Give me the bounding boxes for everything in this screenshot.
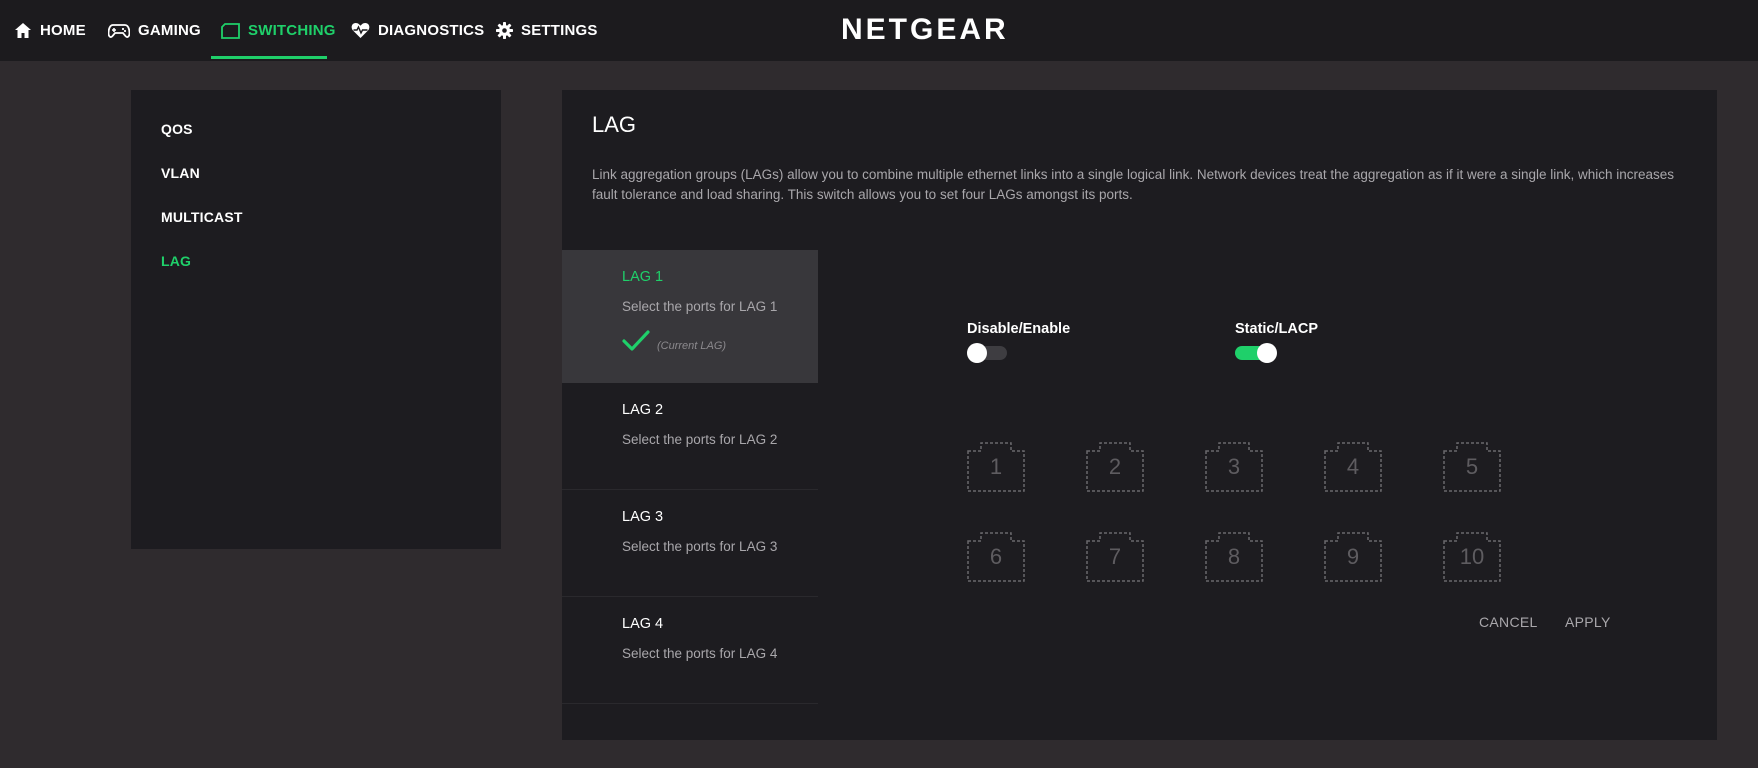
lag-subtitle: Select the ports for LAG 3: [622, 539, 778, 554]
home-icon: [14, 22, 32, 39]
port-number: 2: [1108, 454, 1122, 479]
mode-toggle-label: Static/LACP: [1235, 321, 1318, 337]
enable-toggle-label: Disable/Enable: [967, 321, 1071, 337]
lag-item-4[interactable]: LAG 4 Select the ports for LAG 4: [562, 597, 818, 704]
nav-diagnostics[interactable]: DIAGNOSTICS: [351, 0, 484, 61]
gear-icon: [496, 22, 513, 39]
port-1[interactable]: 1: [967, 442, 1025, 492]
lag-name: LAG 1: [622, 269, 664, 285]
active-tab-indicator: [211, 56, 327, 59]
lag-subtitle: Select the ports for LAG 1: [622, 299, 778, 314]
mode-toggle[interactable]: [1235, 343, 1277, 363]
lag-name: LAG 4: [622, 616, 664, 632]
nav-gaming[interactable]: GAMING: [108, 0, 201, 61]
nav-home[interactable]: HOME: [14, 0, 86, 61]
nav-settings[interactable]: SETTINGS: [496, 0, 598, 61]
port-9[interactable]: 9: [1324, 532, 1382, 582]
nav-home-label: HOME: [40, 22, 86, 39]
apply-button[interactable]: APPLY: [1565, 614, 1611, 630]
lag-subtitle: Select the ports for LAG 2: [622, 432, 778, 447]
port-6[interactable]: 6: [967, 532, 1025, 582]
port-5[interactable]: 5: [1443, 442, 1501, 492]
sidebar-item-qos[interactable]: QOS: [161, 121, 193, 137]
switch-icon: [221, 22, 240, 39]
toggle-knob: [1257, 343, 1277, 363]
netgear-logo: NETGEAR: [841, 13, 1009, 46]
enable-toggle[interactable]: [967, 343, 1007, 363]
port-number: 6: [989, 544, 1003, 569]
nav-diagnostics-label: DIAGNOSTICS: [378, 22, 485, 39]
port-3[interactable]: 3: [1205, 442, 1263, 492]
heart-pulse-icon: [351, 22, 370, 39]
lag-item-1[interactable]: LAG 1 Select the ports for LAG 1 (Curren…: [562, 250, 818, 383]
cancel-button[interactable]: CANCEL: [1479, 614, 1538, 630]
port-number: 10: [1459, 544, 1485, 569]
lag-name: LAG 3: [622, 509, 664, 525]
port-number: 8: [1227, 544, 1241, 569]
current-lag-label: (Current LAG): [657, 340, 727, 352]
port-number: 3: [1227, 454, 1241, 479]
port-4[interactable]: 4: [1324, 442, 1382, 492]
sidebar-item-vlan[interactable]: VLAN: [161, 165, 200, 181]
page-title: LAG: [592, 112, 637, 137]
port-7[interactable]: 7: [1086, 532, 1144, 582]
port-number: 4: [1346, 454, 1360, 479]
gamepad-icon: [108, 23, 130, 39]
nav-gaming-label: GAMING: [138, 22, 201, 39]
nav-switching[interactable]: SWITCHING: [221, 0, 336, 61]
toggle-knob: [967, 343, 987, 363]
lag-item-2[interactable]: LAG 2 Select the ports for LAG 2: [562, 383, 818, 490]
port-number: 5: [1465, 454, 1479, 479]
nav-switching-label: SWITCHING: [248, 22, 336, 39]
sidebar-item-lag[interactable]: LAG: [161, 253, 191, 269]
sidebar-item-multicast[interactable]: MULTICAST: [161, 209, 243, 225]
nav-settings-label: SETTINGS: [521, 22, 598, 39]
port-number: 9: [1346, 544, 1360, 569]
sidebar: QOS VLAN MULTICAST LAG: [131, 90, 501, 549]
port-10[interactable]: 10: [1443, 532, 1501, 582]
lag-item-3[interactable]: LAG 3 Select the ports for LAG 3: [562, 490, 818, 597]
port-8[interactable]: 8: [1205, 532, 1263, 582]
port-2[interactable]: 2: [1086, 442, 1144, 492]
lag-name: LAG 2: [622, 402, 664, 418]
page-description: Link aggregation groups (LAGs) allow you…: [592, 167, 1675, 202]
check-icon: [622, 330, 650, 357]
lag-subtitle: Select the ports for LAG 4: [622, 646, 778, 661]
port-number: 1: [989, 454, 1003, 479]
port-number: 7: [1108, 544, 1122, 569]
lag-panel: LAG Link aggregation groups (LAGs) allow…: [562, 90, 1717, 740]
top-nav-bar: HOME GAMING SWITCHING DIAGNOSTICS SETTIN…: [0, 0, 1758, 61]
